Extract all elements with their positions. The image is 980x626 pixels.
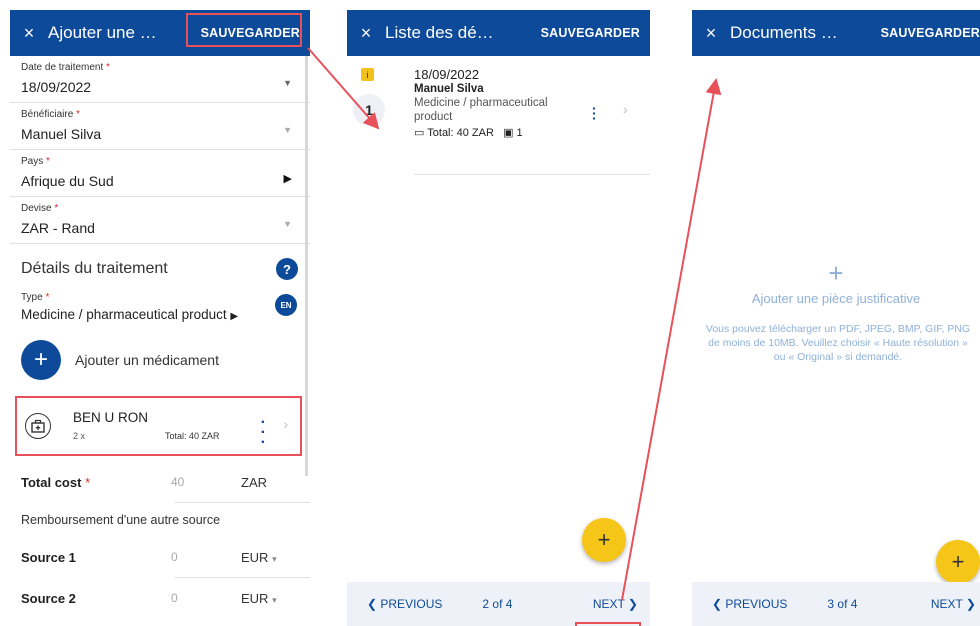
annotation-arrows	[307, 47, 722, 601]
arrow-to-list	[307, 47, 380, 130]
arrow-to-documents	[621, 78, 722, 601]
